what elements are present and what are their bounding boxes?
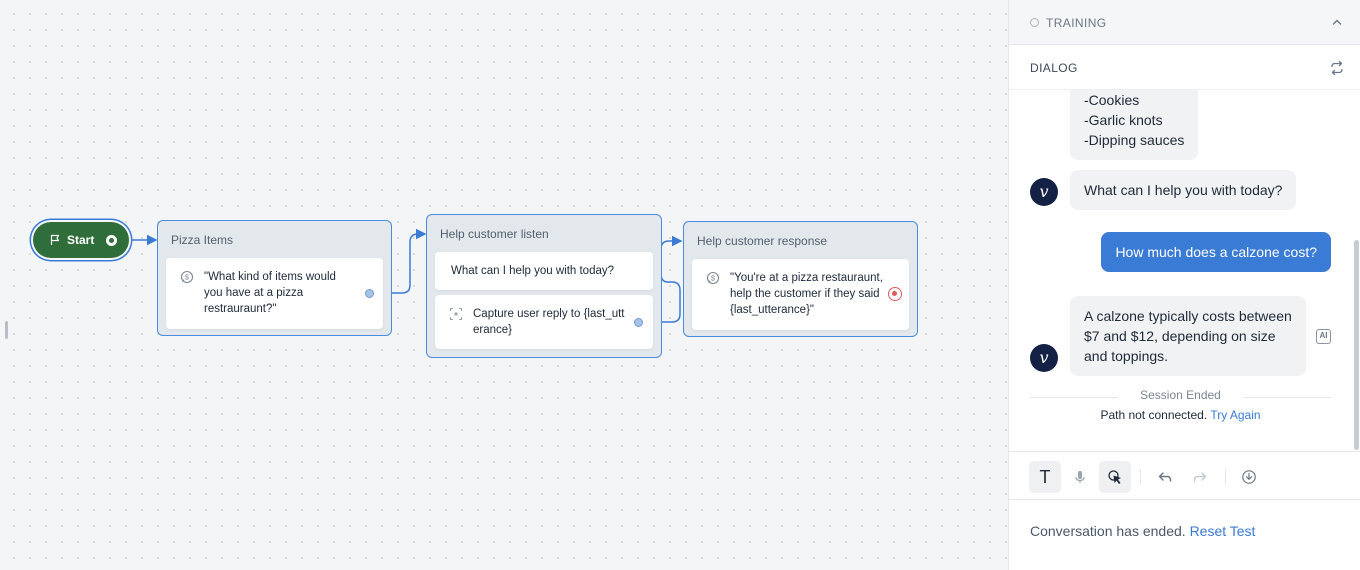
download-button[interactable] bbox=[1233, 461, 1265, 493]
speak-icon: $ bbox=[706, 271, 720, 285]
message-line: and toppings. bbox=[1084, 348, 1169, 364]
session-ended-notice: Session Ended Path not connected. Try Ag… bbox=[1030, 388, 1331, 422]
message-line: -Cookies bbox=[1084, 92, 1140, 108]
block-title: Help customer listen bbox=[440, 227, 549, 241]
redo-icon bbox=[1193, 472, 1207, 482]
step-text-line: What can I help you with today? bbox=[451, 265, 615, 277]
dialog-label: DIALOG bbox=[1030, 61, 1078, 75]
status-circle-icon bbox=[1030, 18, 1039, 27]
svg-text:$: $ bbox=[711, 276, 715, 283]
block-pizza-items[interactable]: Pizza Items $ "What kind of items would … bbox=[157, 220, 392, 336]
block-title: Pizza Items bbox=[171, 233, 234, 247]
microphone-icon bbox=[1075, 471, 1085, 483]
bot-message: -Cookies -Garlic knots -Dipping sauces bbox=[1070, 90, 1199, 160]
conversation-status: Conversation has ended. Reset Test bbox=[1030, 523, 1255, 539]
input-toolbar: T bbox=[1009, 451, 1360, 500]
training-label: TRAINING bbox=[1046, 16, 1107, 30]
start-output-port[interactable] bbox=[106, 234, 117, 246]
reset-test-link[interactable]: Reset Test bbox=[1190, 523, 1256, 539]
speak-step[interactable]: $ "You're at a pizza restauraunt, help t… bbox=[692, 259, 909, 330]
block-help-customer-response[interactable]: Help customer response $ "You're at a pi… bbox=[683, 221, 918, 337]
assistant-avatar: v bbox=[1030, 344, 1058, 372]
step-text-line: {last_utterance}" bbox=[730, 304, 815, 316]
block-help-customer-listen[interactable]: Help customer listen What can I help you… bbox=[426, 214, 662, 358]
refresh-icon[interactable] bbox=[1329, 60, 1345, 76]
step-text: "You're at a pizza restauraunt, help the… bbox=[730, 270, 885, 318]
text-step[interactable]: What can I help you with today? bbox=[435, 252, 653, 290]
step-output-port[interactable] bbox=[634, 318, 643, 327]
assistant-avatar: v bbox=[1030, 178, 1058, 206]
step-text: What can I help you with today? bbox=[451, 263, 633, 279]
ai-generated-icon[interactable]: AI bbox=[1316, 329, 1331, 344]
speak-step[interactable]: $ "What kind of items would you have at … bbox=[166, 258, 383, 329]
bot-message: What can I help you with today? bbox=[1070, 170, 1297, 210]
text-mode-icon: T bbox=[1039, 466, 1051, 487]
start-label: Start bbox=[67, 233, 95, 247]
redo-button[interactable] bbox=[1184, 461, 1216, 493]
flow-canvas[interactable]: Start Pizza Items $ "What kind of items … bbox=[0, 0, 1008, 570]
voice-mode-button[interactable] bbox=[1064, 461, 1096, 493]
chat-scrollbar[interactable] bbox=[1354, 240, 1359, 450]
step-text: "What kind of items would you have at a … bbox=[204, 269, 363, 317]
capture-icon bbox=[449, 307, 463, 321]
download-icon bbox=[1242, 470, 1256, 484]
flag-icon bbox=[50, 234, 60, 245]
block-title: Help customer response bbox=[697, 234, 828, 248]
dialog-header: DIALOG bbox=[1009, 46, 1360, 90]
training-header[interactable]: TRAINING bbox=[1009, 0, 1360, 45]
try-again-link[interactable]: Try Again bbox=[1210, 408, 1260, 422]
click-mode-icon bbox=[1108, 470, 1121, 484]
end-port-icon[interactable] bbox=[888, 287, 902, 301]
message-line: -Dipping sauces bbox=[1084, 132, 1185, 148]
step-text-line: "What kind of items would bbox=[204, 271, 336, 283]
canvas-resize-handle[interactable] bbox=[5, 321, 8, 339]
click-mode-button[interactable] bbox=[1099, 461, 1131, 493]
step-text-line: "You're at a pizza restauraunt, bbox=[730, 272, 883, 284]
message-line: $7 and $12, depending on size bbox=[1084, 328, 1276, 344]
step-text-line: help the customer if they said bbox=[730, 288, 880, 300]
capture-step[interactable]: Capture user reply to {last_utt erance} bbox=[435, 295, 653, 349]
step-text-line: you have at a pizza bbox=[204, 287, 304, 299]
speak-icon: $ bbox=[180, 270, 194, 284]
undo-icon bbox=[1158, 472, 1172, 482]
message-line: A calzone typically costs between bbox=[1084, 308, 1292, 324]
conversation-ended-text: Conversation has ended. bbox=[1030, 523, 1186, 539]
step-text-line: erance} bbox=[473, 324, 513, 336]
start-node[interactable]: Start bbox=[33, 222, 129, 258]
test-panel: TRAINING DIALOG -Cookies -Garlic knots -… bbox=[1008, 0, 1360, 570]
message-line: How much does a calzone cost? bbox=[1115, 244, 1317, 260]
chat-transcript[interactable]: -Cookies -Garlic knots -Dipping sauces v… bbox=[1009, 90, 1360, 450]
user-message: How much does a calzone cost? bbox=[1101, 232, 1331, 272]
session-ended-title: Session Ended bbox=[1140, 388, 1221, 402]
step-text: Capture user reply to {last_utt erance} bbox=[473, 306, 633, 338]
svg-text:$: $ bbox=[185, 275, 189, 282]
bot-message: A calzone typically costs between $7 and… bbox=[1070, 296, 1306, 376]
message-line: What can I help you with today? bbox=[1084, 182, 1283, 198]
step-output-port[interactable] bbox=[365, 289, 374, 298]
step-text-line: Capture user reply to {last_utt bbox=[473, 308, 625, 320]
step-text-line: restrauraunt?" bbox=[204, 303, 277, 315]
path-not-connected-text: Path not connected. bbox=[1100, 408, 1208, 422]
message-line: -Garlic knots bbox=[1084, 112, 1163, 128]
chevron-up-icon[interactable] bbox=[1331, 16, 1343, 28]
text-mode-button[interactable]: T bbox=[1029, 461, 1061, 493]
session-ended-text: Path not connected. Try Again bbox=[1030, 408, 1331, 422]
undo-button[interactable] bbox=[1149, 461, 1181, 493]
